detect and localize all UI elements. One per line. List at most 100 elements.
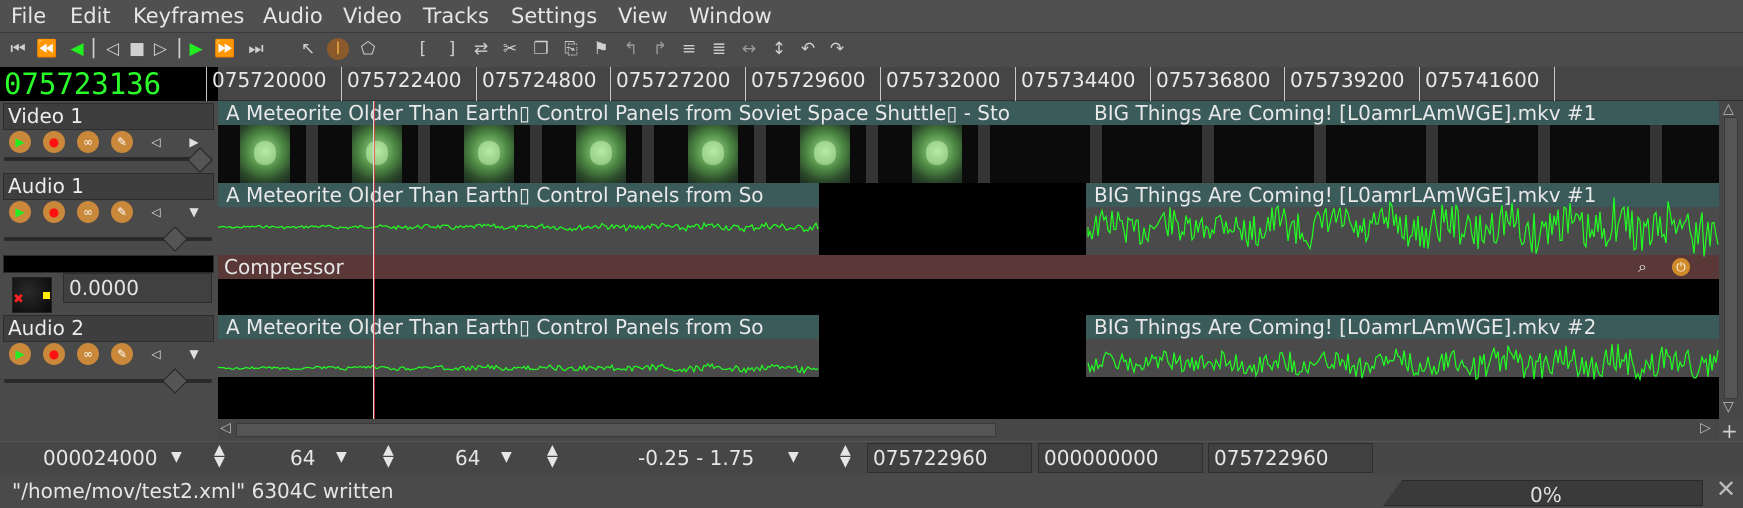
play-icon[interactable]: ▶ <box>185 38 207 60</box>
track-title-video-1[interactable]: Video 1 <box>3 103 214 130</box>
draw-icon[interactable]: ✎ <box>111 343 133 365</box>
play-track-icon[interactable]: ▶ <box>9 343 31 365</box>
menu-audio[interactable]: Audio <box>263 4 323 28</box>
timeline-canvas[interactable]: A Meteorite Older Than Earth▯ Control Pa… <box>218 101 1719 419</box>
timeline-ruler[interactable]: 075720000 075722400 075724800 075727200 … <box>206 67 1743 101</box>
copy-icon[interactable]: ❐ <box>530 38 552 60</box>
menu-keyframes[interactable]: Keyframes <box>133 4 244 28</box>
horizontal-scrollbar[interactable]: ◁ ▷ <box>218 419 1719 441</box>
spinner-icon[interactable]: ▲ ▼ <box>547 443 558 469</box>
record-track-icon[interactable]: ● <box>43 131 65 153</box>
gang-icon[interactable]: ∞ <box>77 343 99 365</box>
fit-selection-icon[interactable]: ≡ <box>678 38 700 60</box>
cancel-icon[interactable]: ✕ <box>1716 475 1736 503</box>
draw-icon[interactable]: ✎ <box>111 131 133 153</box>
label-next-icon[interactable]: ↱ <box>649 38 671 60</box>
shrink-icon[interactable]: ↕ <box>768 38 790 60</box>
spinner-icon[interactable]: ▲ ▼ <box>214 443 225 469</box>
gang-icon[interactable]: ∞ <box>77 201 99 223</box>
out-point-icon[interactable]: ] <box>441 38 463 60</box>
track-title-audio-1[interactable]: Audio 1 <box>3 173 214 200</box>
menu-edit[interactable]: Edit <box>70 4 111 28</box>
mute-icon[interactable]: ◁ <box>145 343 167 365</box>
scroll-down-icon[interactable]: ▽ <box>1723 399 1734 415</box>
amp-zoom-value[interactable]: 64 <box>290 446 315 470</box>
status-bar: "/home/mov/test2.xml" 6304C written 0% ✕ <box>0 473 1743 508</box>
mute-icon[interactable]: ◁ <box>145 131 167 153</box>
cut-icon[interactable]: ✂ <box>499 38 521 60</box>
selection-start-field[interactable]: 075722960 <box>867 443 1032 473</box>
progress-bar: 0% <box>1383 480 1703 506</box>
pan-value-field[interactable]: 0.0000 <box>63 273 212 303</box>
label-prev-icon[interactable]: ↰ <box>620 38 642 60</box>
fader-knob[interactable] <box>162 368 188 394</box>
scroll-right-icon[interactable]: ▷ <box>1700 420 1711 436</box>
record-track-icon[interactable]: ● <box>43 201 65 223</box>
stop-icon[interactable]: ■ <box>126 38 148 60</box>
play-track-icon[interactable]: ▶ <box>9 131 31 153</box>
track-zoom-value[interactable]: 64 <box>455 446 480 470</box>
fader-knob[interactable] <box>162 226 188 252</box>
label-icon[interactable]: ⬠ <box>357 38 379 60</box>
collapse-track-icon[interactable]: ▼ <box>183 201 205 223</box>
curve-zoom-value[interactable]: -0.25 - 1.75 <box>638 446 754 470</box>
collapse-track-icon[interactable]: ▼ <box>183 343 205 365</box>
time-display: 075723136 <box>0 67 218 101</box>
splice-icon[interactable]: ⇄ <box>470 38 492 60</box>
pan-dot-icon <box>43 292 50 299</box>
in-point-icon[interactable]: [ <box>412 38 434 60</box>
fader-video-1[interactable] <box>4 157 212 161</box>
spinner-icon[interactable]: ▲ ▼ <box>383 443 394 469</box>
waveform-audio1-b <box>1087 197 1719 257</box>
scroll-left-icon[interactable]: ◁ <box>220 420 231 436</box>
selection-length-field[interactable]: 000000000 <box>1038 443 1203 473</box>
label-set-icon[interactable]: ⚑ <box>590 38 612 60</box>
track-title-audio-2[interactable]: Audio 2 <box>3 315 214 342</box>
menu-view[interactable]: View <box>618 4 668 28</box>
sample-zoom-value[interactable]: 000024000 <box>43 446 158 470</box>
menu-settings[interactable]: Settings <box>511 4 597 28</box>
menu-file[interactable]: File <box>11 4 46 28</box>
dropdown-arrow-icon[interactable]: ▼ <box>788 449 799 465</box>
fast-reverse-icon[interactable]: ⏪ <box>36 38 58 60</box>
gang-icon[interactable]: ∞ <box>77 131 99 153</box>
fit-autos-icon[interactable]: ≣ <box>708 38 730 60</box>
menu-window[interactable]: Window <box>689 4 772 28</box>
ruler-label: 075741600 <box>1425 68 1540 92</box>
dropdown-arrow-icon[interactable]: ▼ <box>501 449 512 465</box>
undo-icon[interactable]: ↶ <box>797 38 819 60</box>
scroll-up-icon[interactable]: △ <box>1723 101 1734 117</box>
arrow-select-icon[interactable]: ↖ <box>297 38 319 60</box>
paste-icon[interactable]: ⎘ <box>560 38 582 60</box>
ruler-label: 075734400 <box>1021 68 1136 92</box>
horizontal-scroll-thumb[interactable] <box>236 423 996 437</box>
redo-icon[interactable]: ↷ <box>826 38 848 60</box>
ruler-label: 075736800 <box>1156 68 1271 92</box>
ibeam-select-icon[interactable]: I <box>327 38 349 60</box>
vertical-scrollbar[interactable]: △ ▽ <box>1719 101 1743 419</box>
frame-forward-icon[interactable]: ▷▕ <box>154 38 180 60</box>
reverse-play-icon[interactable]: ◀ <box>66 38 88 60</box>
expand-icon[interactable]: ↔ <box>738 38 760 60</box>
draw-icon[interactable]: ✎ <box>111 201 133 223</box>
patchbay: Video 1 ▶ ● ∞ ✎ ◁ ▶ Audio 1 ▶ ● ∞ ✎ ◁ ▼ … <box>0 101 218 442</box>
selection-end-field[interactable]: 075722960 <box>1208 443 1373 473</box>
waveform-audio1-a <box>218 221 819 233</box>
menu-tracks[interactable]: Tracks <box>423 4 489 28</box>
dropdown-arrow-icon[interactable]: ▼ <box>336 449 347 465</box>
zoom-bar: 000024000 ▼ ▲ ▼ 64 ▼ ▲ ▼ 64 ▼ ▲ ▼ -0.25 - 1… <box>0 441 1743 473</box>
dropdown-arrow-icon[interactable]: ▼ <box>171 449 182 465</box>
vertical-scroll-thumb[interactable] <box>1724 117 1738 399</box>
menu-video[interactable]: Video <box>343 4 402 28</box>
waveform-audio2-b <box>1087 343 1719 382</box>
frame-back-icon[interactable]: ▏◁ <box>93 38 119 60</box>
pan-control[interactable]: ✖ <box>12 277 52 313</box>
play-track-icon[interactable]: ▶ <box>9 201 31 223</box>
zoom-corner-icon[interactable]: + <box>1721 419 1738 443</box>
record-track-icon[interactable]: ● <box>43 343 65 365</box>
fast-forward-icon[interactable]: ⏩ <box>214 38 236 60</box>
mute-icon[interactable]: ◁ <box>145 201 167 223</box>
spinner-icon[interactable]: ▲ ▼ <box>840 443 851 469</box>
skip-to-end-icon[interactable]: ⏭ <box>245 38 267 60</box>
rewind-to-start-icon[interactable]: ⏮ <box>7 38 29 60</box>
